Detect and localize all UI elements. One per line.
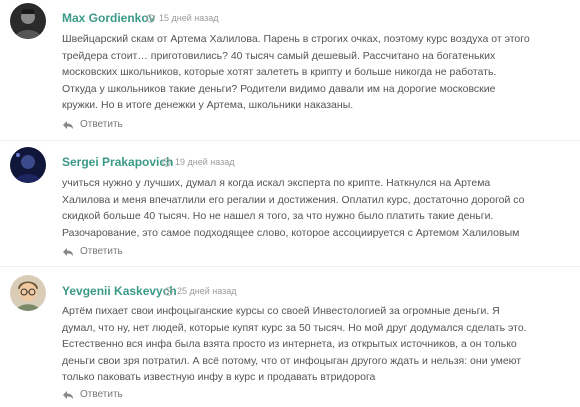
reply-label: Ответить <box>80 119 123 130</box>
comment-author[interactable]: Sergei Prakapovich <box>62 155 173 169</box>
comment-author[interactable]: Yevgenii Kaskevych <box>62 284 177 298</box>
divider <box>0 266 580 267</box>
comment-timestamp: 25 дней назад <box>164 286 237 296</box>
comment-text: учиться нужно у лучших, думал я когда ис… <box>62 177 525 239</box>
avatar[interactable] <box>10 147 46 183</box>
comment-time: 15 дней назад <box>159 13 219 23</box>
comment-text: Швейцарский скам от Артема Халилова. Пар… <box>62 33 530 111</box>
reply-arrow-icon <box>63 390 73 399</box>
reply-label: Ответить <box>80 389 123 400</box>
clock-icon <box>162 157 171 167</box>
comment-time: 25 дней назад <box>177 286 237 296</box>
comment-text: Артём пихает свои инфоцыганские курсы со… <box>62 305 527 383</box>
clock-icon <box>146 13 155 23</box>
comment-timestamp: 19 дней назад <box>162 157 235 167</box>
avatar[interactable] <box>10 275 46 311</box>
comment-author[interactable]: Max Gordienkov <box>62 11 155 25</box>
clock-icon <box>164 286 173 296</box>
avatar[interactable] <box>10 3 46 39</box>
reply-arrow-icon <box>63 120 73 129</box>
reply-button[interactable]: Ответить <box>62 389 123 400</box>
reply-label: Ответить <box>80 246 123 257</box>
comment-time: 19 дней назад <box>175 157 235 167</box>
reply-button[interactable]: Ответить <box>62 246 123 257</box>
reply-arrow-icon <box>63 247 73 256</box>
reply-button[interactable]: Ответить <box>62 119 123 130</box>
comment-timestamp: 15 дней назад <box>146 13 219 23</box>
divider <box>0 140 580 141</box>
